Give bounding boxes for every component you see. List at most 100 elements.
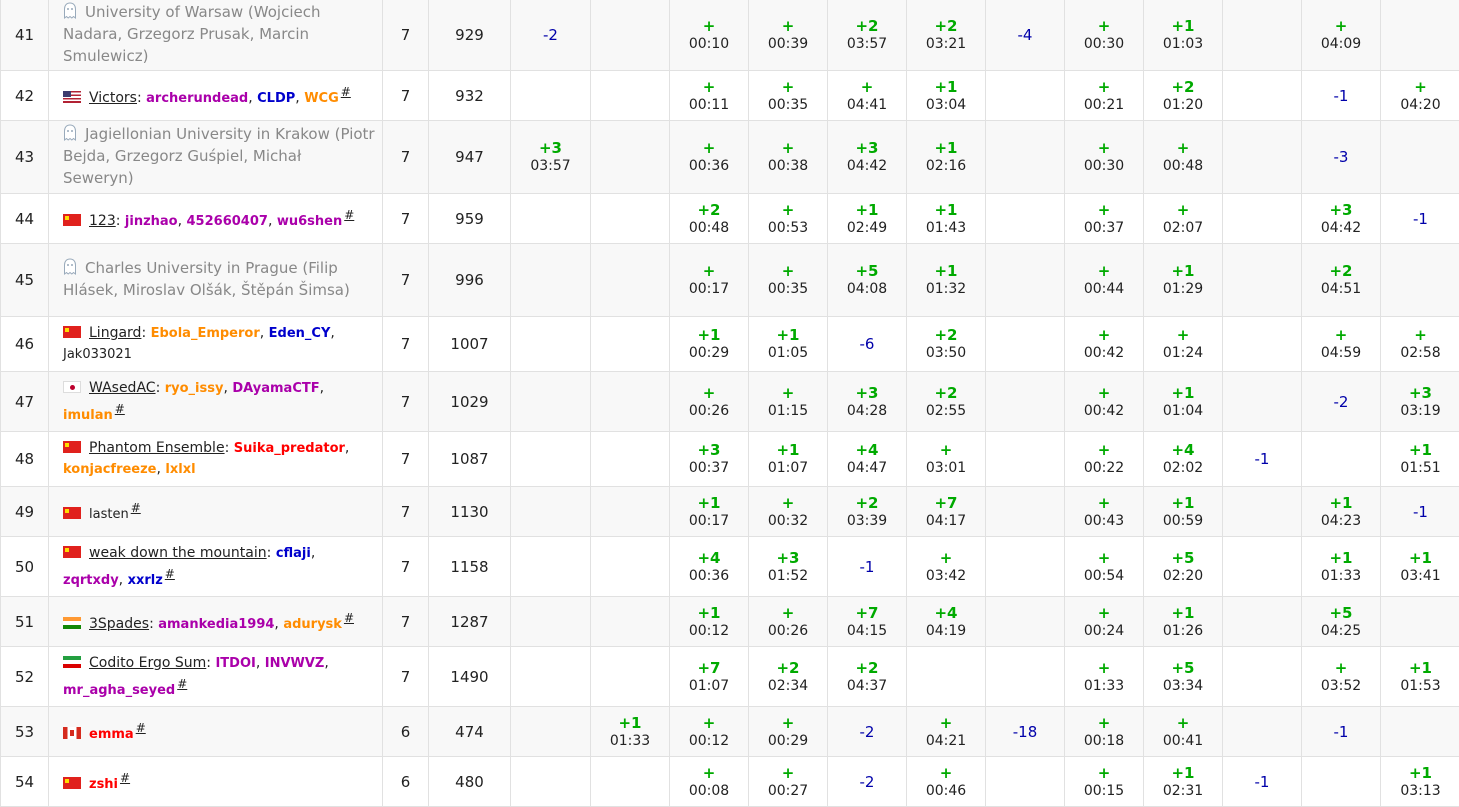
problem-cell[interactable]: +404:19 bbox=[907, 597, 986, 647]
problem-cell[interactable]: -2 bbox=[828, 707, 907, 757]
problem-cell[interactable]: +03:42 bbox=[907, 537, 986, 597]
problem-cell[interactable] bbox=[986, 317, 1065, 372]
team-name-link[interactable]: 123 bbox=[89, 213, 116, 229]
problem-cell[interactable] bbox=[1223, 372, 1302, 432]
problem-cell[interactable]: +00:35 bbox=[749, 71, 828, 121]
member-handle[interactable]: zqrtxdy bbox=[63, 573, 119, 588]
problem-cell[interactable]: +101:53 bbox=[1381, 647, 1459, 707]
member-handle[interactable]: wu6shen bbox=[277, 214, 342, 229]
problem-cell[interactable]: +00:11 bbox=[670, 71, 749, 121]
problem-cell[interactable]: -1 bbox=[1381, 194, 1459, 244]
team-name-link[interactable]: Lingard bbox=[89, 325, 141, 341]
problem-cell[interactable] bbox=[1223, 487, 1302, 537]
problem-cell[interactable] bbox=[511, 432, 591, 487]
problem-cell[interactable] bbox=[986, 487, 1065, 537]
virtual-participant-link[interactable]: # bbox=[341, 85, 351, 99]
problem-cell[interactable] bbox=[591, 597, 670, 647]
problem-cell[interactable]: +201:20 bbox=[1144, 71, 1223, 121]
problem-cell[interactable] bbox=[1381, 121, 1459, 194]
problem-cell[interactable]: +101:33 bbox=[1302, 537, 1381, 597]
member-handle[interactable]: emma bbox=[89, 727, 134, 742]
problem-cell[interactable]: +00:44 bbox=[1065, 244, 1144, 317]
member-handle[interactable]: Suika_predator bbox=[234, 441, 345, 456]
problem-cell[interactable]: +03:52 bbox=[1302, 647, 1381, 707]
problem-cell[interactable]: +101:04 bbox=[1144, 372, 1223, 432]
problem-cell[interactable]: +00:46 bbox=[907, 757, 986, 807]
problem-cell[interactable]: +502:20 bbox=[1144, 537, 1223, 597]
problem-cell[interactable]: +00:35 bbox=[749, 244, 828, 317]
problem-cell[interactable]: -1 bbox=[1223, 432, 1302, 487]
member-handle[interactable]: ITDOI bbox=[215, 656, 255, 671]
problem-cell[interactable] bbox=[591, 194, 670, 244]
problem-cell[interactable]: +103:04 bbox=[907, 71, 986, 121]
problem-cell[interactable]: +203:50 bbox=[907, 317, 986, 372]
problem-cell[interactable] bbox=[1223, 121, 1302, 194]
problem-cell[interactable]: +00:42 bbox=[1065, 317, 1144, 372]
problem-cell[interactable]: +200:48 bbox=[670, 194, 749, 244]
problem-cell[interactable]: +03:01 bbox=[907, 432, 986, 487]
problem-cell[interactable]: +203:21 bbox=[907, 0, 986, 71]
problem-cell[interactable] bbox=[591, 121, 670, 194]
problem-cell[interactable]: +101:29 bbox=[1144, 244, 1223, 317]
problem-cell[interactable]: +102:31 bbox=[1144, 757, 1223, 807]
problem-cell[interactable] bbox=[591, 372, 670, 432]
problem-cell[interactable] bbox=[1223, 317, 1302, 372]
problem-cell[interactable]: -1 bbox=[1302, 71, 1381, 121]
member-handle[interactable]: 452660407 bbox=[187, 214, 268, 229]
problem-cell[interactable]: -4 bbox=[986, 0, 1065, 71]
problem-cell[interactable] bbox=[591, 71, 670, 121]
problem-cell[interactable]: +00:43 bbox=[1065, 487, 1144, 537]
problem-cell[interactable]: +504:08 bbox=[828, 244, 907, 317]
problem-cell[interactable]: +01:33 bbox=[1065, 647, 1144, 707]
problem-cell[interactable] bbox=[1381, 244, 1459, 317]
problem-cell[interactable] bbox=[986, 194, 1065, 244]
problem-cell[interactable]: +00:37 bbox=[1065, 194, 1144, 244]
problem-cell[interactable] bbox=[511, 647, 591, 707]
problem-cell[interactable]: +00:15 bbox=[1065, 757, 1144, 807]
problem-cell[interactable]: +00:53 bbox=[749, 194, 828, 244]
member-handle[interactable]: INVWVZ bbox=[265, 656, 325, 671]
problem-cell[interactable]: -1 bbox=[828, 537, 907, 597]
problem-cell[interactable] bbox=[1223, 244, 1302, 317]
member-handle[interactable]: lxlxl bbox=[165, 462, 195, 477]
problem-cell[interactable]: +00:12 bbox=[670, 707, 749, 757]
team-name-link[interactable]: weak down the mountain bbox=[89, 545, 267, 561]
problem-cell[interactable]: +00:54 bbox=[1065, 537, 1144, 597]
member-handle[interactable]: Ebola_Emperor bbox=[151, 326, 260, 341]
team-name-link[interactable]: Codito Ergo Sum bbox=[89, 655, 206, 671]
member-handle[interactable]: cflaji bbox=[276, 546, 311, 561]
problem-cell[interactable] bbox=[511, 537, 591, 597]
problem-cell[interactable]: +204:51 bbox=[1302, 244, 1381, 317]
problem-cell[interactable]: +504:25 bbox=[1302, 597, 1381, 647]
problem-cell[interactable] bbox=[591, 0, 670, 71]
problem-cell[interactable]: +100:59 bbox=[1144, 487, 1223, 537]
problem-cell[interactable]: +01:15 bbox=[749, 372, 828, 432]
problem-cell[interactable]: +00:30 bbox=[1065, 121, 1144, 194]
problem-cell[interactable]: +202:34 bbox=[749, 647, 828, 707]
problem-cell[interactable]: +00:41 bbox=[1144, 707, 1223, 757]
problem-cell[interactable] bbox=[591, 647, 670, 707]
problem-cell[interactable] bbox=[986, 597, 1065, 647]
problem-cell[interactable] bbox=[986, 432, 1065, 487]
problem-cell[interactable]: +04:09 bbox=[1302, 0, 1381, 71]
problem-cell[interactable]: +102:16 bbox=[907, 121, 986, 194]
team-name-link[interactable]: 3Spades bbox=[89, 616, 149, 632]
problem-cell[interactable]: +104:23 bbox=[1302, 487, 1381, 537]
problem-cell[interactable]: +402:02 bbox=[1144, 432, 1223, 487]
problem-cell[interactable]: +00:36 bbox=[670, 121, 749, 194]
team-name-link[interactable]: Victors bbox=[89, 90, 137, 106]
problem-cell[interactable]: -1 bbox=[1381, 487, 1459, 537]
problem-cell[interactable]: +00:10 bbox=[670, 0, 749, 71]
problem-cell[interactable]: +301:52 bbox=[749, 537, 828, 597]
problem-cell[interactable]: +101:32 bbox=[907, 244, 986, 317]
problem-cell[interactable] bbox=[591, 244, 670, 317]
problem-cell[interactable]: +04:21 bbox=[907, 707, 986, 757]
member-handle[interactable]: imulan bbox=[63, 408, 113, 423]
problem-cell[interactable]: +503:34 bbox=[1144, 647, 1223, 707]
problem-cell[interactable]: +00:26 bbox=[670, 372, 749, 432]
problem-cell[interactable]: +04:20 bbox=[1381, 71, 1459, 121]
problem-cell[interactable] bbox=[511, 372, 591, 432]
problem-cell[interactable] bbox=[1223, 71, 1302, 121]
problem-cell[interactable] bbox=[1381, 597, 1459, 647]
problem-cell[interactable]: +202:55 bbox=[907, 372, 986, 432]
